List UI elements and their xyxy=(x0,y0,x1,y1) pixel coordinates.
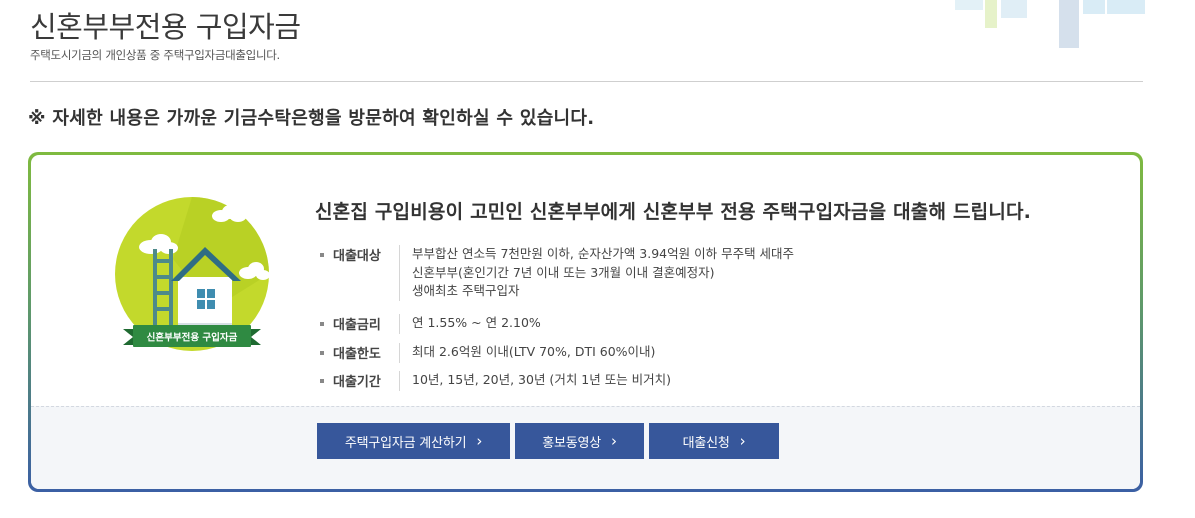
chevron-right-icon: › xyxy=(476,431,483,450)
detail-divider xyxy=(399,343,400,363)
detail-divider xyxy=(399,314,400,334)
detail-row-limit: 대출한도 최대 2.6억원 이내(LTV 70%, DTI 60%이내) xyxy=(319,343,1119,365)
button-label: 홍보동영상 xyxy=(542,435,601,451)
promo-video-button[interactable]: 홍보동영상 › xyxy=(515,423,644,459)
page-title: 신혼부부전용 구입자금 xyxy=(30,10,301,44)
button-label: 주택구입자금 계산하기 xyxy=(344,435,467,451)
product-card-body: 신혼부부전용 구입자금 신혼집 구입비용이 고민인 신혼부부에게 신혼부부 전용… xyxy=(31,155,1140,489)
header-decoration xyxy=(955,0,1145,48)
detail-value: 최대 2.6억원 이내(LTV 70%, DTI 60%이내) xyxy=(412,344,656,359)
emblem-label: 신혼부부전용 구입자금 xyxy=(147,332,238,344)
detail-divider xyxy=(399,245,400,301)
chevron-right-icon: › xyxy=(611,431,617,450)
detail-label: 대출금리 xyxy=(319,314,397,333)
loan-calculator-button[interactable]: 주택구입자금 계산하기 › xyxy=(317,423,510,459)
notice-text: ※ 자세한 내용은 가까운 기금수탁은행을 방문하여 확인하실 수 있습니다. xyxy=(28,108,595,129)
detail-label: 대출기간 xyxy=(319,371,397,390)
detail-divider xyxy=(399,371,400,391)
house-emblem-icon: 신혼부부전용 구입자금 xyxy=(115,197,270,351)
detail-label: 대출한도 xyxy=(319,343,397,362)
detail-value: 연 1.55% ~ 연 2.10% xyxy=(412,315,541,330)
detail-value: 부부합산 연소득 7천만원 이하, 순자산가액 3.94억원 이하 무주택 세대… xyxy=(412,246,795,298)
detail-row-target: 대출대상 부부합산 연소득 7천만원 이하, 순자산가액 3.94억원 이하 무… xyxy=(319,245,1119,305)
detail-row-rate: 대출금리 연 1.55% ~ 연 2.10% xyxy=(319,314,1119,336)
product-card: 신혼부부전용 구입자금 신혼집 구입비용이 고민인 신혼부부에게 신혼부부 전용… xyxy=(28,152,1143,492)
detail-value: 10년, 15년, 20년, 30년 (거치 1년 또는 비거치) xyxy=(412,372,672,387)
loan-apply-button[interactable]: 대출신청 › xyxy=(649,423,779,459)
detail-row-period: 대출기간 10년, 15년, 20년, 30년 (거치 1년 또는 비거치) xyxy=(319,371,1119,393)
detail-label: 대출대상 xyxy=(319,245,397,264)
page-subtitle: 주택도시기금의 개인상품 중 주택구입자금대출입니다. xyxy=(30,48,280,62)
title-divider xyxy=(30,81,1143,82)
product-headline: 신혼집 구입비용이 고민인 신혼부부에게 신혼부부 전용 주택구입자금을 대출해… xyxy=(315,201,1032,223)
button-label: 대출신청 xyxy=(682,435,730,451)
chevron-right-icon: › xyxy=(739,431,746,450)
